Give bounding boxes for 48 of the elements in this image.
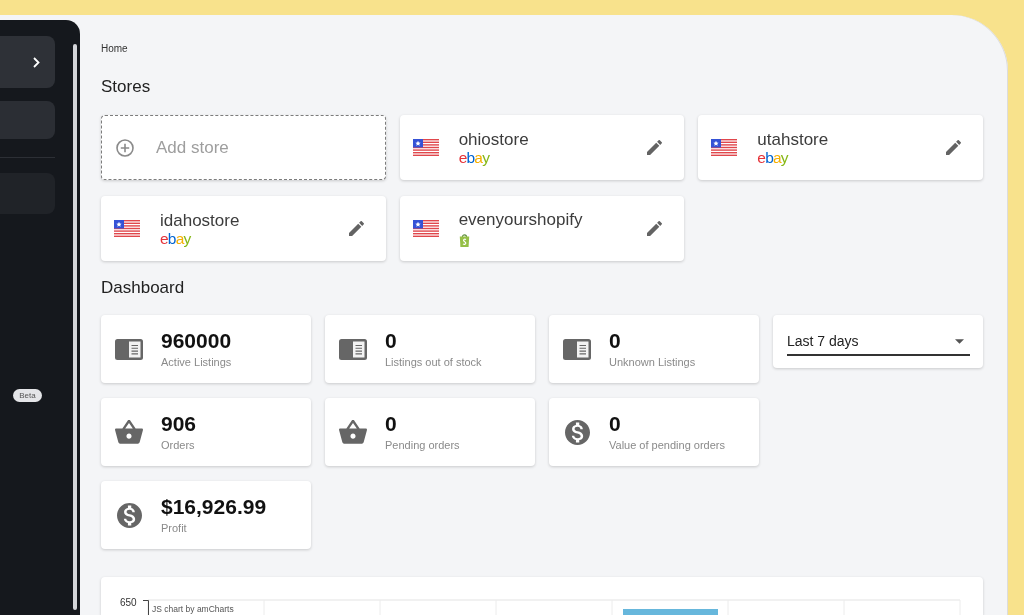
stat-value: 0 bbox=[385, 412, 397, 436]
plus-circle-icon bbox=[116, 138, 134, 157]
list-panel-icon bbox=[339, 338, 367, 360]
ebay-logo: ebay bbox=[160, 230, 191, 247]
chevron-right-icon bbox=[33, 56, 40, 68]
store-name: utahstore bbox=[757, 129, 829, 150]
pencil-icon[interactable] bbox=[946, 140, 961, 155]
stat-label: Listings out of stock bbox=[385, 356, 482, 369]
flag-icon bbox=[412, 139, 439, 156]
pencil-icon[interactable] bbox=[348, 221, 364, 236]
stat-label: Unknown Listings bbox=[609, 356, 696, 369]
dollar-coin-icon bbox=[564, 419, 590, 445]
flag-icon bbox=[711, 139, 738, 156]
basket-icon bbox=[115, 420, 143, 444]
list-panel-icon bbox=[563, 338, 591, 360]
ebay-logo: ebay bbox=[458, 149, 490, 166]
pencil-icon[interactable] bbox=[647, 140, 663, 155]
section-title: Dashboard bbox=[101, 278, 185, 298]
stat-label: Profit bbox=[161, 522, 187, 535]
scrollbar[interactable] bbox=[73, 44, 77, 610]
store-name: evenyourshopify bbox=[458, 210, 583, 230]
breadcrumb[interactable]: Home bbox=[101, 43, 128, 55]
stat-value: 0 bbox=[609, 329, 621, 353]
stat-label: Pending orders bbox=[385, 439, 460, 452]
stat-value: 960000 bbox=[161, 329, 232, 353]
stat-label: Value of pending orders bbox=[609, 439, 725, 452]
store-name: idahostore bbox=[160, 210, 240, 231]
chart-credit[interactable]: JS chart by amCharts bbox=[152, 603, 234, 614]
list-panel-icon bbox=[115, 338, 143, 360]
shopping-bag-icon bbox=[458, 233, 470, 247]
flag-icon bbox=[114, 220, 140, 237]
stat-label: Active Listings bbox=[161, 356, 232, 369]
basket-icon bbox=[339, 420, 367, 444]
dollar-coin-icon bbox=[116, 502, 142, 528]
stat-label: Orders bbox=[161, 439, 195, 452]
stat-value: $16,926.99 bbox=[161, 495, 267, 519]
axis-label: 650 bbox=[120, 597, 137, 608]
store-name: ohiostore bbox=[458, 129, 529, 150]
stat-value: 906 bbox=[161, 412, 197, 436]
stat-value: 0 bbox=[609, 412, 621, 436]
pencil-icon[interactable] bbox=[647, 221, 663, 236]
caret-down-icon bbox=[955, 338, 964, 344]
beta-badge: Beta bbox=[13, 389, 42, 402]
flag-icon bbox=[412, 220, 439, 237]
ebay-logo: ebay bbox=[757, 149, 788, 166]
section-title: Stores bbox=[101, 77, 151, 97]
stat-value: 0 bbox=[385, 329, 397, 353]
period-select[interactable]: Last 7 days bbox=[787, 329, 970, 356]
